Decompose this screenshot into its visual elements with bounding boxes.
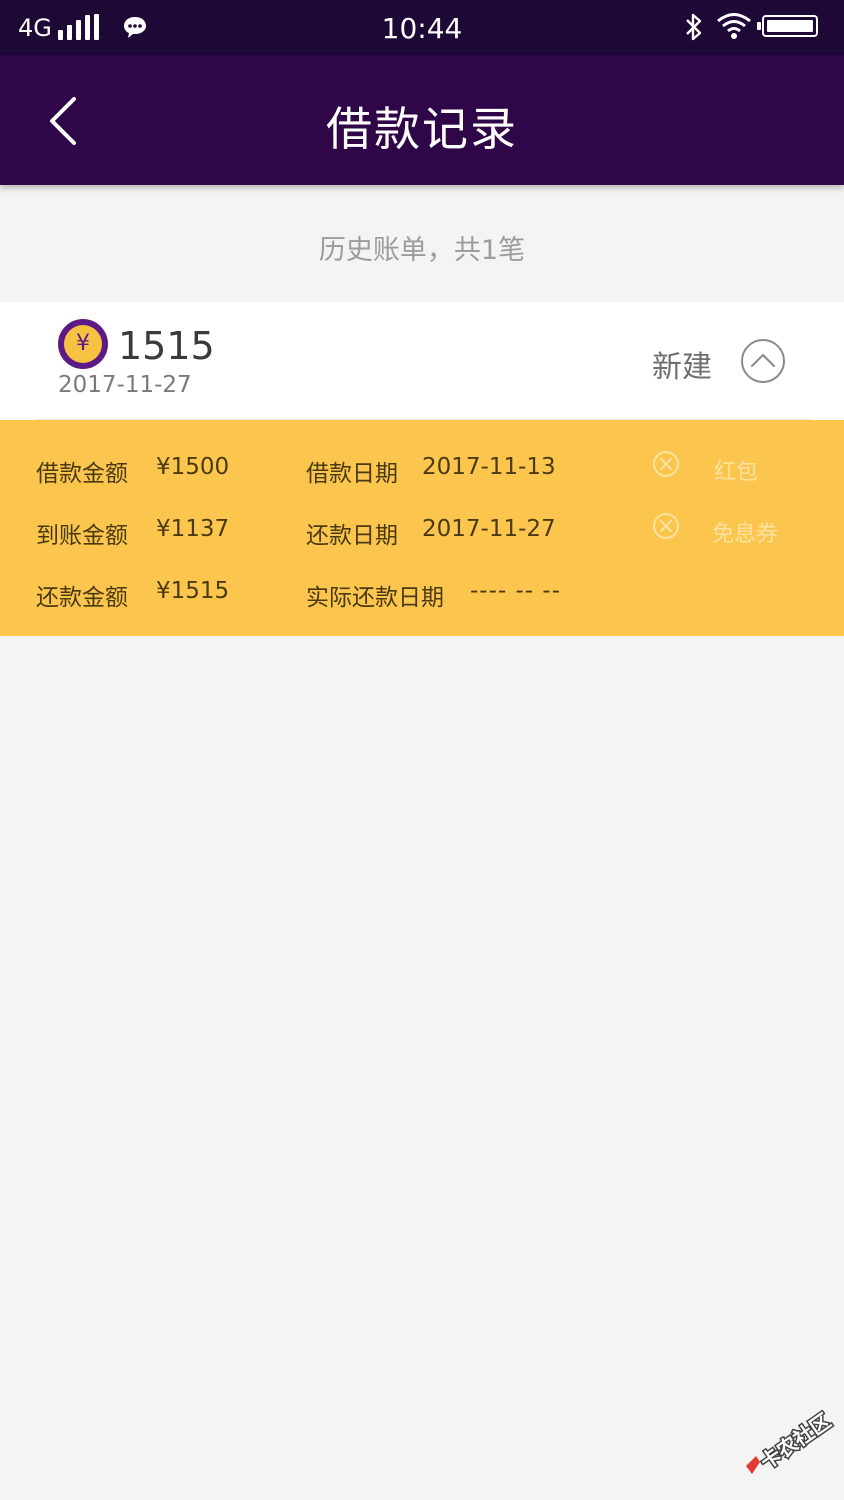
repay-date-value: 2017-11-27 <box>422 516 556 542</box>
coin-icon: ¥ <box>58 319 108 369</box>
red-packet-label[interactable]: 红包 <box>714 454 758 486</box>
loan-date-value: 2017-11-13 <box>422 454 556 480</box>
interest-free-coupon-label[interactable]: 免息券 <box>712 516 778 548</box>
repay-amount-label: 还款金额 <box>36 585 128 611</box>
loan-amount-value: ¥1500 <box>156 454 230 480</box>
received-amount-label: 到账金额 <box>36 523 128 549</box>
chevron-up-icon[interactable] <box>740 338 786 384</box>
history-summary: 历史账单，共1笔 <box>318 235 526 266</box>
loan-details-panel: 借款金额 ¥1500 借款日期 2017-11-13 到账金额 ¥1137 还款… <box>0 420 844 636</box>
actual-repay-date-label: 实际还款日期 <box>306 585 444 611</box>
actual-repay-date-value: ---- -- -- <box>470 578 562 604</box>
battery-icon <box>757 15 818 37</box>
close-circle-icon[interactable] <box>652 512 680 540</box>
close-circle-icon[interactable] <box>652 450 680 478</box>
page-title: 借款记录 <box>326 102 518 156</box>
repay-date-label: 还款日期 <box>306 523 398 549</box>
coin-symbol: ¥ <box>64 325 102 363</box>
repay-amount-value: ¥1515 <box>156 578 230 604</box>
watermark-text: 卡农社区 <box>756 1409 835 1475</box>
bluetooth-icon <box>686 13 702 41</box>
app-bar: 借款记录 <box>0 55 844 185</box>
loan-date-label: 借款日期 <box>306 461 398 487</box>
status-bar: 4G 10:44 <box>0 0 844 55</box>
record-status: 新建 <box>652 350 712 385</box>
received-amount-value: ¥1137 <box>156 516 230 542</box>
wifi-icon <box>717 13 751 39</box>
watermark-logo: 卡农社区 <box>746 1407 837 1476</box>
record-amount: 1515 <box>118 324 215 368</box>
loan-amount-label: 借款金额 <box>36 461 128 487</box>
record-date: 2017-11-27 <box>58 372 192 398</box>
